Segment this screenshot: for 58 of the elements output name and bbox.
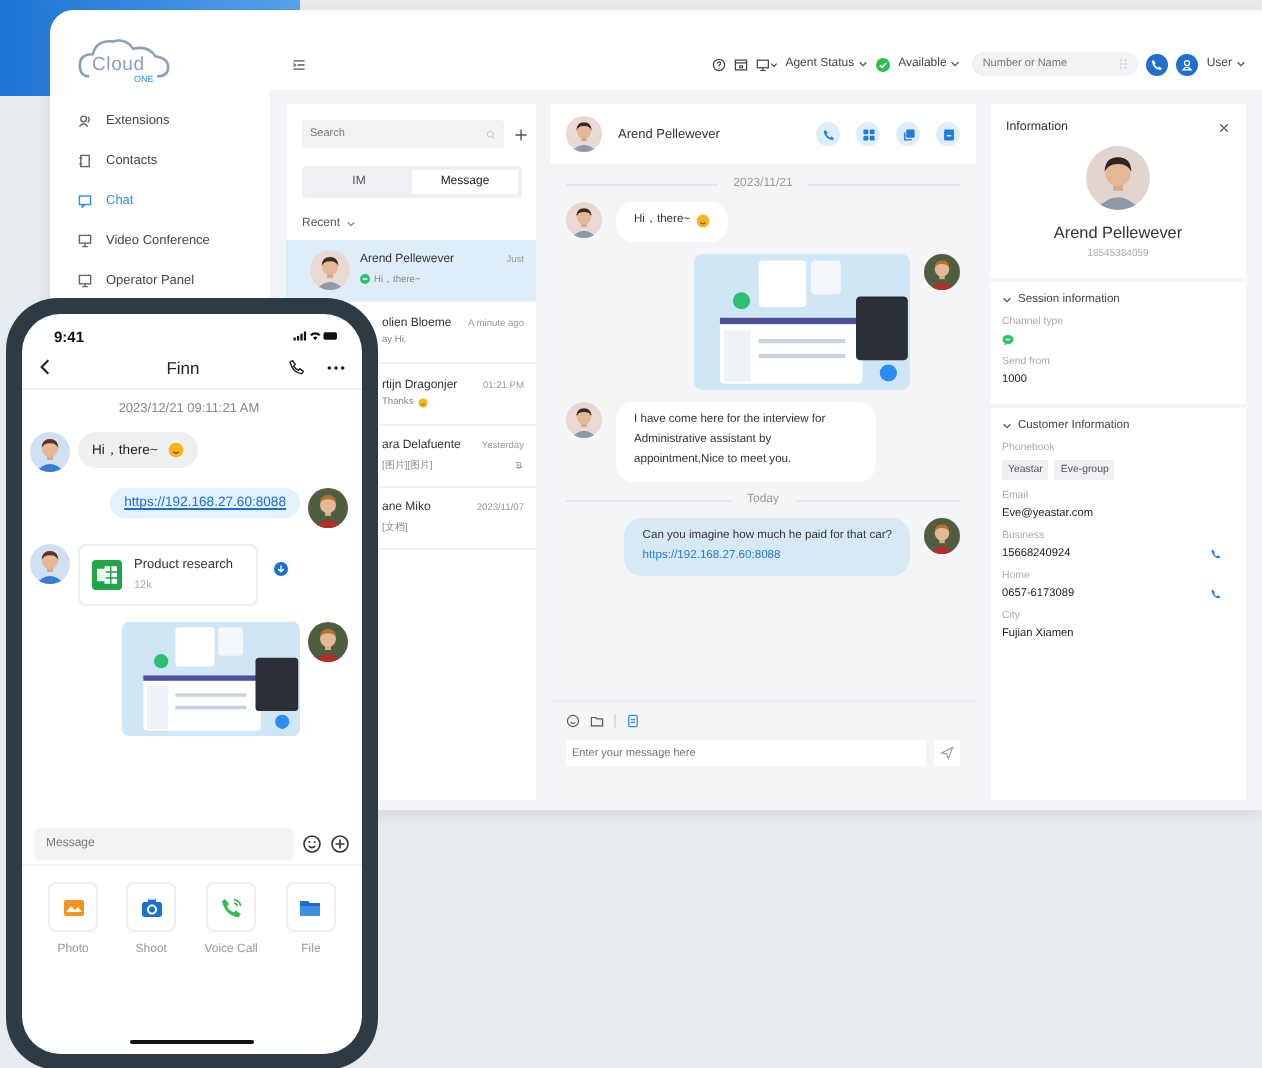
user-avatar[interactable]: [1176, 53, 1199, 75]
contact-card-icon: [78, 153, 92, 167]
caret-icon: [950, 60, 961, 68]
folder-icon: [298, 895, 323, 919]
grid-icon: [861, 127, 875, 141]
phone-icon: [1150, 57, 1165, 71]
spreadsheet-icon: [92, 560, 122, 590]
chat-channel-icon: [360, 274, 370, 284]
folder-icon[interactable]: [590, 714, 604, 728]
send-button[interactable]: [934, 740, 960, 766]
add-icon[interactable]: [330, 833, 350, 853]
call-button[interactable]: [816, 122, 840, 146]
check-icon: [876, 57, 891, 71]
home-indicator: [130, 1040, 254, 1044]
smiley-icon: [417, 398, 428, 408]
cloud-icon: [78, 34, 170, 82]
back-icon[interactable]: [40, 358, 50, 376]
call-button[interactable]: [1146, 53, 1169, 75]
contact-name: Arend Pellewever: [1053, 224, 1183, 242]
archive-icon: [941, 127, 955, 141]
caret-icon: [1236, 60, 1246, 68]
help-icon[interactable]: [711, 57, 726, 71]
photo-icon: [61, 895, 86, 919]
phone-icon: [821, 127, 835, 141]
send-icon: [940, 746, 954, 760]
menu-icon[interactable]: [292, 57, 306, 71]
caret-icon: [1002, 296, 1012, 304]
monitor-icon[interactable]: [755, 57, 778, 71]
caret-icon: [858, 60, 869, 68]
smiley-icon[interactable]: [302, 833, 322, 853]
phone-icon: [219, 895, 244, 919]
smiley-icon: [167, 442, 184, 458]
download-icon[interactable]: [274, 562, 288, 576]
bell-off-icon: [514, 460, 524, 470]
smiley-icon: [696, 214, 711, 228]
copy-button[interactable]: [896, 122, 920, 146]
phone-icon[interactable]: [288, 358, 306, 376]
apps-button[interactable]: [856, 122, 880, 146]
people-icon: [78, 113, 92, 127]
search-icon: [486, 129, 496, 139]
document-icon[interactable]: [626, 714, 640, 728]
chat-title: Finn: [164, 357, 202, 377]
archive-button[interactable]: [936, 122, 960, 146]
chat-channel-icon: [1002, 334, 1014, 346]
more-icon[interactable]: [326, 363, 346, 371]
caret-icon: [346, 220, 357, 228]
video-icon: [78, 233, 92, 247]
monitor-icon: [78, 273, 92, 287]
user-icon: [1180, 57, 1195, 71]
logo-text: Cloud: [92, 54, 145, 76]
window-icon[interactable]: [733, 57, 748, 71]
copy-icon: [901, 127, 915, 141]
status-icons: [292, 330, 340, 342]
chat-icon: [78, 193, 92, 207]
camera-icon: [139, 895, 164, 919]
smiley-icon[interactable]: [566, 714, 580, 728]
caret-icon: [1002, 422, 1012, 430]
close-icon[interactable]: [1218, 121, 1230, 133]
